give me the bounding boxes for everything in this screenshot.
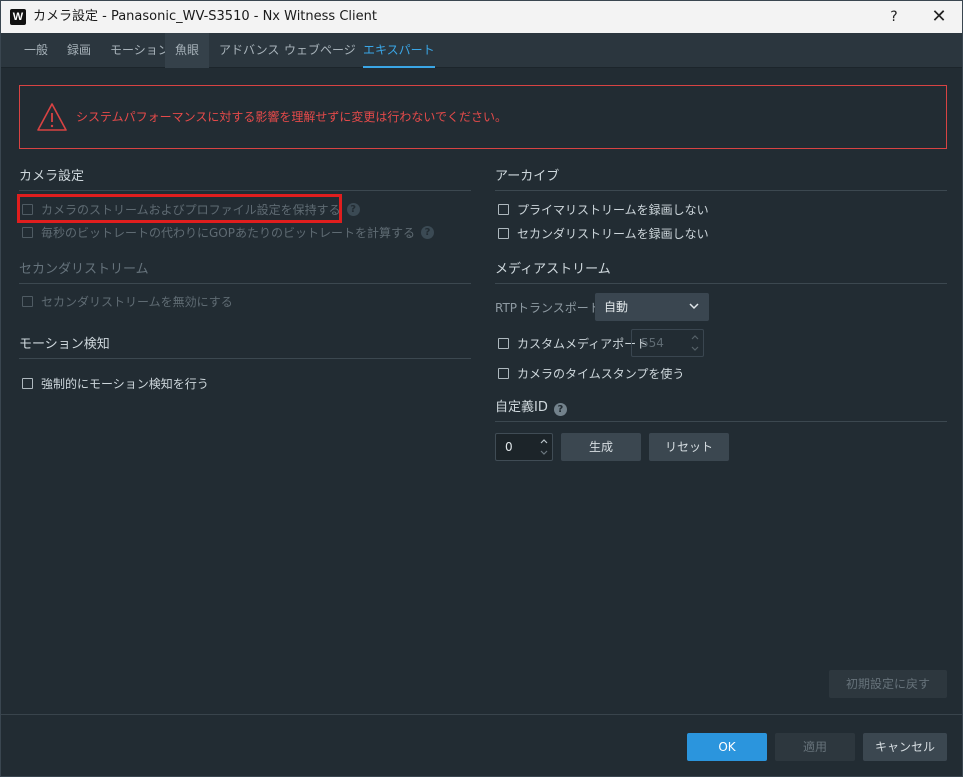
- disable-secondary-option[interactable]: セカンダリストリームを無効にする: [22, 292, 233, 310]
- motion-detection-section: モーション検知: [19, 335, 471, 359]
- close-button[interactable]: ✕: [916, 1, 962, 33]
- no-record-primary-label: プライマリストリームを録画しない: [517, 202, 709, 217]
- media-streams-title: メディアストリーム: [495, 262, 611, 277]
- help-icon[interactable]: ?: [346, 202, 360, 216]
- no-record-primary-checkbox[interactable]: [498, 203, 509, 215]
- custom-media-port-label: カスタムメディアポート: [517, 336, 649, 351]
- custom-id-input[interactable]: 0: [495, 433, 553, 461]
- secondary-stream-title: セカンダリストリーム: [19, 262, 149, 277]
- custom-media-port-option[interactable]: カスタムメディアポート: [498, 334, 648, 352]
- ok-button[interactable]: OK: [687, 733, 767, 761]
- archive-section: アーカイブ: [495, 167, 947, 191]
- tab-expert[interactable]: エキスパート: [353, 33, 445, 68]
- archive-title: アーカイブ: [495, 169, 560, 184]
- cancel-button[interactable]: キャンセル: [863, 733, 947, 761]
- no-record-secondary-option[interactable]: セカンダリストリームを録画しない: [498, 224, 709, 242]
- media-streams-section: メディアストリーム: [495, 260, 947, 284]
- secondary-stream-section: セカンダリストリーム: [19, 260, 471, 284]
- camera-settings-title: カメラ設定: [19, 169, 85, 184]
- camera-timestamp-label: カメラのタイムスタンプを使う: [517, 366, 685, 381]
- bitrate-per-gop-option[interactable]: 毎秒のビットレートの代わりにGOPあたりのビットレートを計算する ?: [22, 223, 434, 241]
- app-logo-icon: W: [10, 9, 26, 25]
- rtp-transport-value: 自動: [604, 300, 629, 314]
- tab-general[interactable]: 一般: [14, 33, 58, 68]
- force-motion-label: 強制的にモーション検知を行う: [41, 376, 209, 391]
- chevron-down-icon: [689, 303, 699, 310]
- highlight-box: [17, 194, 342, 223]
- bitrate-per-gop-checkbox[interactable]: [22, 226, 33, 238]
- port-spin-arrows[interactable]: [690, 332, 700, 354]
- warning-triangle-icon: [37, 103, 67, 131]
- help-button[interactable]: ?: [871, 1, 917, 33]
- bitrate-per-gop-label: 毎秒のビットレートの代わりにGOPあたりのビットレートを計算する: [41, 225, 415, 240]
- custom-media-port-input[interactable]: 554: [631, 329, 704, 357]
- tab-fisheye[interactable]: 魚眼: [165, 33, 210, 68]
- camera-timestamp-option[interactable]: カメラのタイムスタンプを使う: [498, 364, 684, 382]
- restore-defaults-button[interactable]: 初期設定に戻す: [829, 670, 947, 698]
- rtp-transport-select[interactable]: 自動: [595, 293, 709, 321]
- camera-settings-dialog: W カメラ設定 - Panasonic_WV-S3510 - Nx Witnes…: [0, 0, 963, 777]
- chevron-down-icon[interactable]: [690, 343, 700, 354]
- no-record-secondary-label: セカンダリストリームを録画しない: [517, 226, 709, 241]
- warning-banner: システムパフォーマンスに対する影響を理解せずに変更は行わないでください。: [19, 85, 947, 149]
- motion-detection-title: モーション検知: [19, 337, 110, 352]
- force-motion-option[interactable]: 強制的にモーション検知を行う: [22, 374, 209, 392]
- tab-recording[interactable]: 録画: [57, 33, 101, 68]
- no-record-secondary-checkbox[interactable]: [498, 227, 509, 239]
- custom-id-title: 自定義ID?: [495, 398, 567, 418]
- custom-media-port-value: 554: [641, 336, 664, 350]
- force-motion-checkbox[interactable]: [22, 377, 33, 389]
- reset-button[interactable]: リセット: [649, 433, 729, 461]
- help-icon[interactable]: ?: [553, 403, 567, 416]
- title-bar: W カメラ設定 - Panasonic_WV-S3510 - Nx Witnes…: [1, 1, 962, 33]
- disable-secondary-checkbox[interactable]: [22, 295, 33, 307]
- tab-bar: 一般 録画 モーション 魚眼 アドバンス ウェブページ エキスパート: [1, 33, 962, 68]
- chevron-up-icon[interactable]: [690, 332, 700, 343]
- custom-media-port-checkbox[interactable]: [498, 337, 509, 349]
- rtp-transport-label: RTPトランスポート: [495, 301, 601, 315]
- camera-timestamp-checkbox[interactable]: [498, 367, 509, 379]
- window-title: カメラ設定 - Panasonic_WV-S3510 - Nx Witness …: [33, 9, 377, 24]
- custom-id-title-text: 自定義ID: [495, 400, 548, 415]
- no-record-primary-option[interactable]: プライマリストリームを録画しない: [498, 200, 709, 218]
- dialog-footer: OK 適用 キャンセル: [1, 714, 962, 776]
- custom-id-section: 自定義ID?: [495, 398, 947, 422]
- chevron-up-icon[interactable]: [539, 436, 549, 447]
- disable-secondary-label: セカンダリストリームを無効にする: [41, 294, 233, 309]
- chevron-down-icon[interactable]: [539, 447, 549, 458]
- warning-text: システムパフォーマンスに対する影響を理解せずに変更は行わないでください。: [76, 110, 508, 124]
- camera-settings-section: カメラ設定: [19, 167, 471, 191]
- custom-id-value: 0: [505, 440, 513, 454]
- custom-id-spin-arrows[interactable]: [539, 436, 549, 458]
- apply-button[interactable]: 適用: [775, 733, 855, 761]
- tab-web-page[interactable]: ウェブページ: [274, 33, 366, 68]
- generate-button[interactable]: 生成: [561, 433, 641, 461]
- help-icon[interactable]: ?: [420, 225, 434, 239]
